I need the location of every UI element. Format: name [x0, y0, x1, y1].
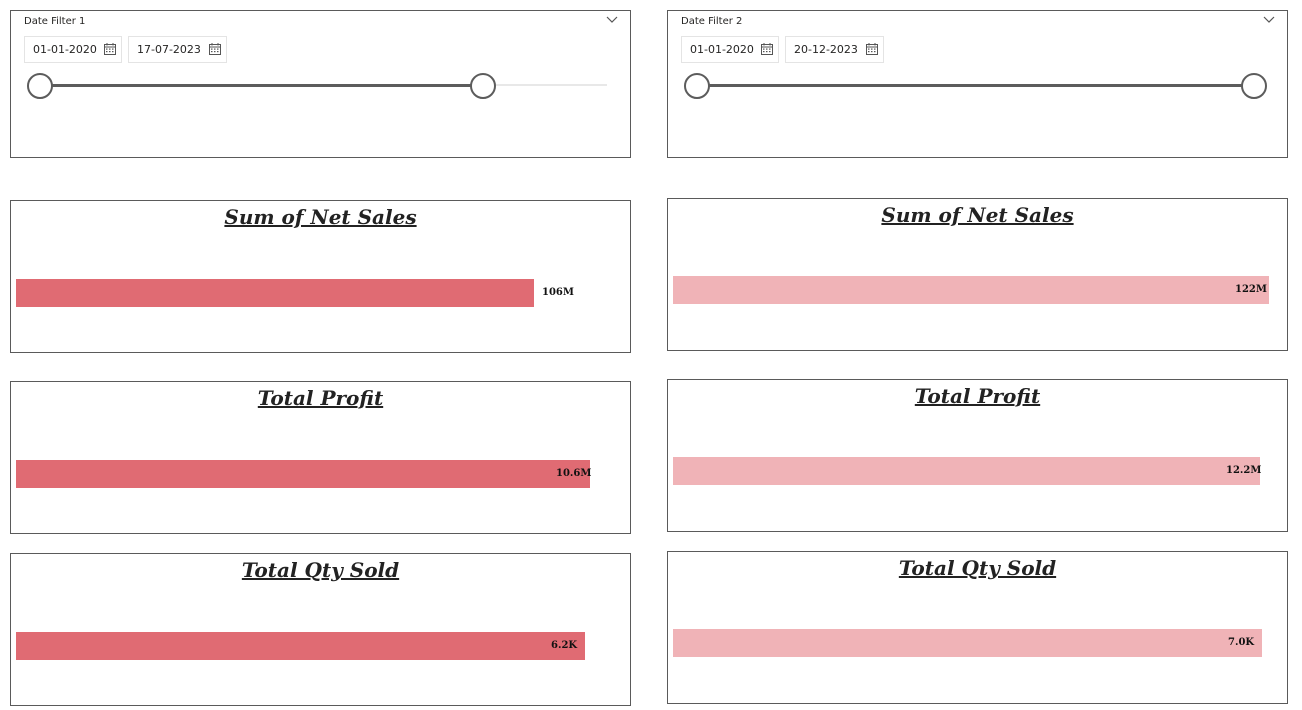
total-qty-sold-bar[interactable]	[673, 629, 1262, 657]
end-date-input[interactable]: 20-12-2023	[785, 36, 884, 63]
chevron-down-icon[interactable]	[606, 15, 618, 25]
chart-title: Total Qty Sold	[241, 558, 400, 582]
slicer-title: Date Filter 2	[681, 16, 743, 27]
start-date-input[interactable]: 01-01-2020	[681, 36, 779, 63]
total-profit-chart-filter-1: Total Profit 10.6M	[10, 381, 631, 534]
chart-title: Sum of Net Sales	[224, 205, 417, 229]
calendar-icon[interactable]	[761, 43, 773, 55]
net-sales-data-label: 106M	[542, 287, 574, 298]
total-qty-sold-data-label: 7.0K	[1228, 637, 1255, 648]
start-date-input[interactable]: 01-01-2020	[24, 36, 122, 63]
end-date-input[interactable]: 17-07-2023	[128, 36, 227, 63]
total-qty-sold-bar[interactable]	[16, 632, 585, 660]
net-sales-chart-filter-1: Sum of Net Sales 106M	[10, 200, 631, 353]
calendar-icon[interactable]	[104, 43, 116, 55]
calendar-icon[interactable]	[866, 43, 878, 55]
slider-end-handle[interactable]	[469, 73, 496, 99]
net-sales-data-label: 122M	[1235, 284, 1267, 295]
end-date-value: 20-12-2023	[794, 43, 858, 56]
total-qty-sold-chart-filter-1: Total Qty Sold 6.2K	[10, 553, 631, 706]
chevron-down-icon[interactable]	[1263, 15, 1275, 25]
total-profit-data-label: 10.6M	[556, 468, 592, 479]
total-qty-sold-chart-filter-2: Total Qty Sold 7.0K	[667, 551, 1288, 704]
slider-start-handle[interactable]	[27, 73, 53, 99]
total-profit-bar[interactable]	[16, 460, 590, 488]
slider-range	[697, 84, 1254, 87]
slider-end-handle[interactable]	[1241, 73, 1267, 99]
total-profit-data-label: 12.2M	[1226, 465, 1262, 476]
end-date-value: 17-07-2023	[137, 43, 201, 56]
slider-start-handle[interactable]	[684, 73, 710, 99]
total-qty-sold-data-label: 6.2K	[551, 640, 578, 651]
net-sales-chart-filter-2: Sum of Net Sales 122M	[667, 198, 1288, 351]
chart-title: Total Qty Sold	[898, 556, 1057, 580]
net-sales-bar[interactable]	[16, 279, 534, 307]
start-date-value: 01-01-2020	[690, 43, 754, 56]
chart-title: Total Profit	[914, 384, 1041, 408]
chart-title: Total Profit	[257, 386, 384, 410]
calendar-icon[interactable]	[209, 43, 221, 55]
start-date-value: 01-01-2020	[33, 43, 97, 56]
total-profit-bar[interactable]	[673, 457, 1260, 485]
chart-title: Sum of Net Sales	[881, 203, 1074, 227]
total-profit-chart-filter-2: Total Profit 12.2M	[667, 379, 1288, 532]
date-filter-1-slicer: Date Filter 1 01-01-2020 17-07-2023	[10, 10, 631, 158]
date-filter-2-slicer: Date Filter 2 01-01-2020 20-12-2023	[667, 10, 1288, 158]
net-sales-bar[interactable]	[673, 276, 1269, 304]
slicer-title: Date Filter 1	[24, 16, 86, 27]
slider-range	[40, 84, 483, 87]
